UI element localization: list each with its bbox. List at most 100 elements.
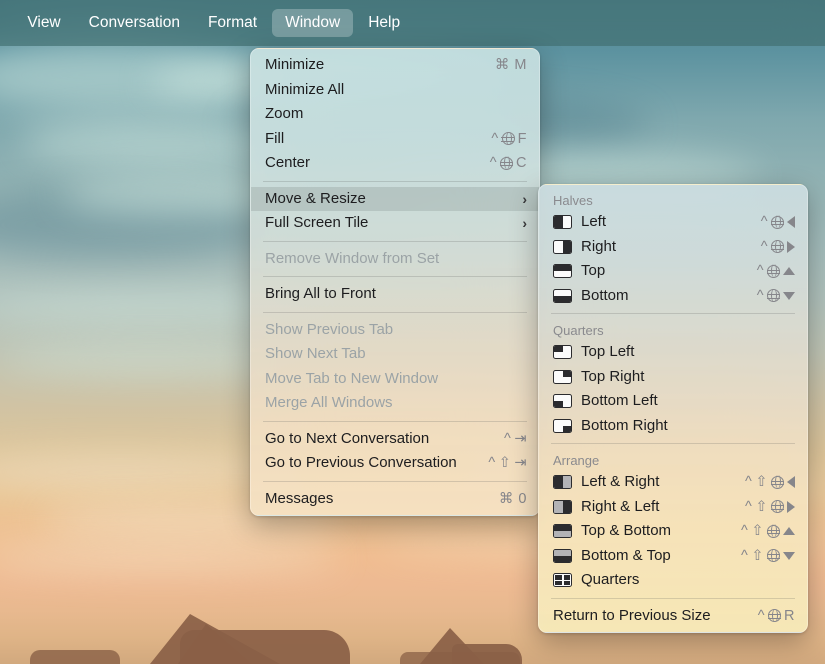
menu-item-label: Go to Next Conversation [265, 429, 430, 447]
control-key-icon: ^ [745, 498, 753, 515]
menu-item-bring-all-to-front[interactable]: Bring All to Front [251, 282, 539, 307]
tab-key-icon: ⇥ [514, 455, 527, 472]
menu-item-full-screen-tile[interactable]: Full Screen Tile › [251, 211, 539, 236]
submenu-item-bottom-left[interactable]: Bottom Left [539, 389, 807, 414]
submenu-item-label: Left [581, 213, 607, 230]
menu-item-move-and-resize[interactable]: Move & Resize › [251, 186, 539, 211]
arrow-right-icon [787, 240, 795, 253]
menu-item-minimize-all[interactable]: Minimize All [251, 78, 539, 103]
submenu-item-label: Right [581, 237, 617, 255]
menu-item-label: Minimize All [265, 80, 345, 98]
move-and-resize-submenu: Halves Left ^ Right ^ Top ^ Bottom ^ Qua… [538, 184, 808, 633]
menu-item-go-to-next-conversation[interactable]: Go to Next Conversation ^ ⇥ [251, 427, 539, 452]
arrow-left-icon [787, 216, 795, 229]
menu-separator [263, 311, 527, 313]
shift-key-icon: ⇧ [751, 523, 764, 540]
globe-key-icon [767, 608, 782, 623]
submenu-item-top-left[interactable]: Top Left [539, 340, 807, 365]
menubar-item-conversation[interactable]: Conversation [76, 9, 193, 37]
submenu-item-label: Bottom Left [581, 392, 658, 409]
submenu-item-quarters[interactable]: Quarters [539, 568, 807, 593]
menu-item-merge-all-windows: Merge All Windows [251, 391, 539, 416]
submenu-item-bottom-and-top[interactable]: Bottom & Top ^ ⇧ [539, 544, 807, 569]
menu-item-zoom[interactable]: Zoom [251, 102, 539, 127]
menu-separator [263, 180, 527, 182]
menu-item-go-to-previous-conversation[interactable]: Go to Previous Conversation ^ ⇧ ⇥ [251, 451, 539, 476]
menu-item-label: Center [265, 154, 311, 171]
menubar-item-view[interactable]: View [14, 9, 73, 37]
submenu-item-top-right[interactable]: Top Right [539, 365, 807, 390]
arrange-quarters-icon [553, 573, 572, 588]
control-key-icon: ^ [745, 474, 753, 491]
menu-separator [551, 597, 795, 599]
submenu-item-top[interactable]: Top ^ [539, 259, 807, 284]
menu-item-move-tab-to-new-window: Move Tab to New Window [251, 367, 539, 392]
submenu-item-shortcut: ^ ⇧ [745, 474, 795, 490]
arrow-up-icon [783, 527, 795, 536]
control-key-icon: ^ [504, 430, 512, 447]
submenu-item-left[interactable]: Left ^ [539, 210, 807, 235]
group-header-halves: Halves [553, 193, 593, 208]
menu-item-label: Show Previous Tab [265, 320, 394, 338]
menubar-item-window[interactable]: Window [272, 9, 354, 37]
submenu-item-label: Top Left [581, 343, 635, 360]
menu-item-shortcut: ⌘ 0 [498, 490, 527, 507]
half-right-icon [553, 239, 572, 254]
control-key-icon: ^ [757, 607, 766, 624]
menu-item-fill[interactable]: Fill ^ F [251, 127, 539, 152]
shift-key-icon: ⇧ [751, 547, 764, 564]
globe-key-icon [766, 524, 780, 538]
submenu-item-top-and-bottom[interactable]: Top & Bottom ^ ⇧ [539, 519, 807, 544]
arrow-left-icon [787, 476, 795, 489]
globe-key-icon [766, 548, 780, 563]
menu-separator [263, 240, 527, 242]
shortcut-letter: C [516, 155, 527, 172]
menu-separator [263, 420, 527, 422]
menu-item-minimize[interactable]: Minimize ⌘ M [251, 53, 539, 78]
quarter-top-right-icon [553, 369, 572, 384]
submenu-item-label: Bottom Right [581, 416, 668, 434]
menu-item-label: Bring All to Front [265, 285, 376, 302]
menu-item-remove-window-from-set: Remove Window from Set [251, 247, 539, 272]
menu-separator [551, 313, 795, 314]
submenu-item-label: Quarters [581, 571, 640, 588]
shift-key-icon: ⇧ [498, 455, 512, 472]
menu-item-label: Minimize [265, 56, 325, 73]
quarter-top-left-icon [553, 345, 572, 360]
submenu-item-label: Top & Bottom [581, 522, 672, 539]
submenu-item-right-and-left[interactable]: Right & Left ^ ⇧ [539, 495, 807, 520]
submenu-item-left-and-right[interactable]: Left & Right ^ ⇧ [539, 470, 807, 495]
arrange-right-left-icon [553, 499, 572, 514]
menu-item-show-previous-tab: Show Previous Tab [251, 318, 539, 343]
menu-item-label: Move Tab to New Window [265, 369, 439, 387]
group-header-arrange: Arrange [553, 453, 600, 468]
submenu-item-right[interactable]: Right ^ [539, 235, 807, 260]
menu-item-label: Messages [265, 489, 334, 507]
arrange-left-right-icon [553, 475, 572, 490]
half-left-icon [553, 215, 572, 230]
control-key-icon: ^ [741, 523, 749, 540]
menu-item-messages[interactable]: Messages ⌘ 0 [251, 487, 539, 512]
submenu-item-label: Top Right [581, 367, 645, 385]
menubar-item-truncated[interactable]: t [0, 9, 12, 37]
mountain-silhouette [452, 644, 522, 664]
arrow-up-icon [783, 267, 795, 276]
menu-separator [263, 276, 527, 277]
menu-item-label: Fill [265, 129, 285, 147]
submenu-item-shortcut: ^ [761, 239, 795, 255]
arrow-down-icon [783, 291, 795, 300]
chevron-right-icon: › [522, 190, 527, 207]
control-key-icon: ^ [756, 287, 764, 304]
menubar-item-format[interactable]: Format [195, 9, 270, 37]
globe-key-icon [499, 156, 514, 170]
submenu-item-return-to-previous-size[interactable]: Return to Previous Size ^ R [539, 604, 807, 629]
menu-item-shortcut: ^ ⇧ ⇥ [488, 455, 527, 471]
menubar-item-help[interactable]: Help [355, 9, 413, 37]
control-key-icon: ^ [488, 455, 496, 472]
menu-item-label: Full Screen Tile [265, 214, 369, 231]
menu-bar: t View Conversation Format Window Help [0, 0, 825, 46]
menu-item-center[interactable]: Center ^ C [251, 151, 539, 176]
submenu-item-bottom[interactable]: Bottom ^ [539, 284, 807, 309]
submenu-item-bottom-right[interactable]: Bottom Right [539, 414, 807, 439]
mountain-silhouette [178, 624, 252, 664]
